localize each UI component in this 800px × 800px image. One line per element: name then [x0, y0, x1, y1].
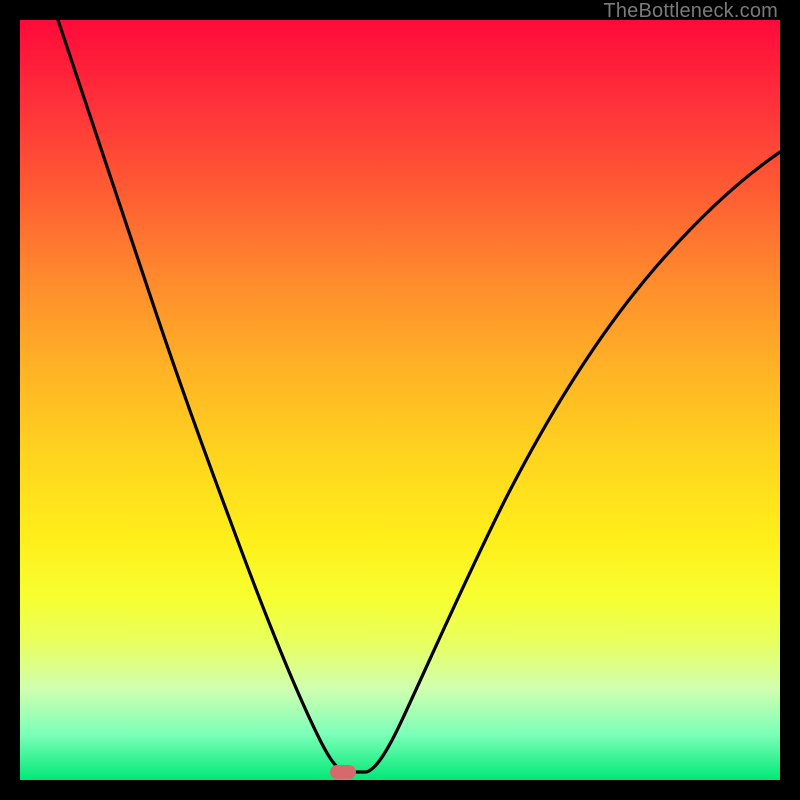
- watermark-text: TheBottleneck.com: [603, 0, 778, 23]
- chart-frame: TheBottleneck.com: [0, 0, 800, 800]
- plot-area: [20, 20, 780, 780]
- optimal-marker: [330, 765, 356, 779]
- bottleneck-curve: [58, 20, 780, 772]
- curve-layer: [20, 20, 780, 780]
